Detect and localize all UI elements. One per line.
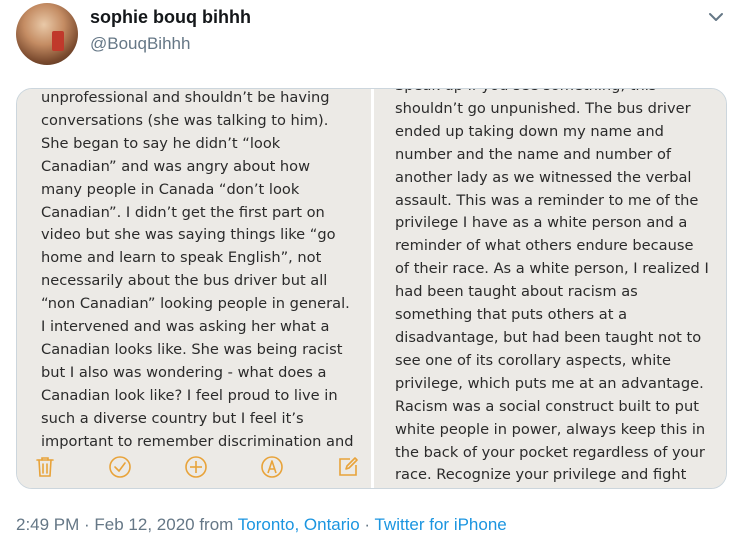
markup-icon xyxy=(261,456,283,478)
timestamp-text[interactable]: 2:49 PM · Feb 12, 2020 from xyxy=(16,515,238,534)
trash-icon xyxy=(36,457,54,477)
phone-in-avatar xyxy=(52,31,64,51)
chevron-down-icon[interactable] xyxy=(707,10,725,24)
tweet-media[interactable]: unprofessional and shouldn’t be having c… xyxy=(16,88,727,489)
location-link[interactable]: Toronto, Ontario xyxy=(238,515,360,534)
notes-text-left: unprofessional and shouldn’t be having c… xyxy=(41,89,354,450)
media-image-left[interactable]: unprofessional and shouldn’t be having c… xyxy=(17,89,371,488)
tweet-timestamp: 2:49 PM · Feb 12, 2020 from Toronto, Ont… xyxy=(16,515,507,535)
display-name[interactable]: sophie bouq bihhh xyxy=(90,7,251,28)
notes-text-right: Speak up if you see something, this shou… xyxy=(395,89,709,484)
checkmark-icon xyxy=(109,456,131,478)
media-image-right[interactable]: Speak up if you see something, this shou… xyxy=(374,89,726,488)
separator: · xyxy=(359,515,375,534)
avatar[interactable] xyxy=(16,3,78,65)
source-link[interactable]: Twitter for iPhone xyxy=(374,515,506,534)
add-icon xyxy=(185,456,207,478)
user-handle[interactable]: @BouqBihhh xyxy=(90,34,190,54)
compose-icon xyxy=(339,457,358,476)
